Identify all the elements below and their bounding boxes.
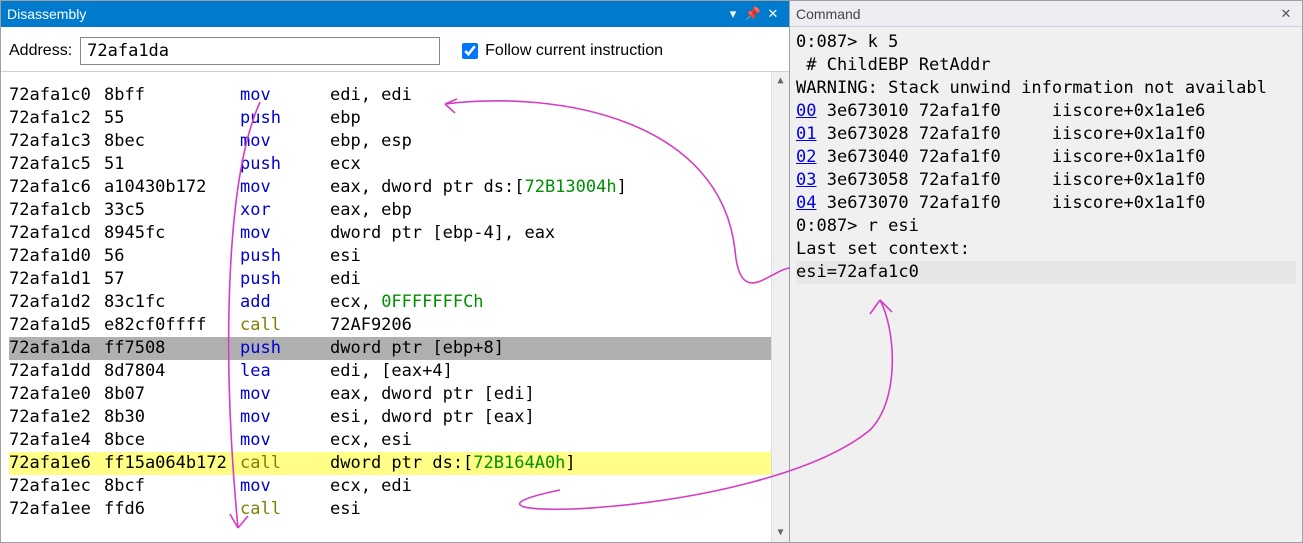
- disasm-row[interactable]: 72afa1e48bcemovecx, esi: [9, 429, 771, 452]
- disasm-row[interactable]: 72afa1cb33c5xoreax, ebp: [9, 199, 771, 222]
- disassembly-panel: Disassembly ▾ 📌 ✕ Address: Follow curren…: [0, 0, 790, 543]
- disasm-row[interactable]: 72afa1c38becmovebp, esp: [9, 130, 771, 153]
- window-dropdown-icon[interactable]: ▾: [723, 6, 743, 22]
- command-line: # ChildEBP RetAddr: [796, 54, 1296, 77]
- command-line: 03 3e673058 72afa1f0 iiscore+0x1a1f0: [796, 169, 1296, 192]
- disasm-row[interactable]: 72afa1e6ff15a064b172calldword ptr ds:[72…: [9, 452, 771, 475]
- disasm-row[interactable]: 72afa1c255pushebp: [9, 107, 771, 130]
- scroll-up-icon[interactable]: ▲: [772, 72, 789, 90]
- address-input[interactable]: [80, 37, 440, 65]
- command-title: Command: [796, 6, 1276, 22]
- command-line: 04 3e673070 72afa1f0 iiscore+0x1a1f0: [796, 192, 1296, 215]
- disasm-row[interactable]: 72afa1d283c1fcaddecx, 0FFFFFFFCh: [9, 291, 771, 314]
- disasm-row[interactable]: 72afa1d157pushedi: [9, 268, 771, 291]
- disasm-row[interactable]: 72afa1c08bffmovedi, edi: [9, 84, 771, 107]
- disasm-row[interactable]: 72afa1d5e82cf0ffffcall72AF9206: [9, 314, 771, 337]
- command-line: 0:087> r esi: [796, 215, 1296, 238]
- close-icon[interactable]: ✕: [1276, 6, 1296, 22]
- stack-frame-link[interactable]: 03: [796, 170, 816, 190]
- stack-frame-link[interactable]: 02: [796, 147, 816, 167]
- disasm-row[interactable]: [9, 72, 771, 84]
- close-icon[interactable]: ✕: [763, 6, 783, 22]
- command-line: esi=72afa1c0: [796, 261, 1296, 284]
- disasm-row[interactable]: 72afa1dd8d7804leaedi, [eax+4]: [9, 360, 771, 383]
- disasm-row[interactable]: 72afa1daff7508pushdword ptr [ebp+8]: [9, 337, 771, 360]
- disasm-row[interactable]: 72afa1e08b07moveax, dword ptr [edi]: [9, 383, 771, 406]
- address-label: Address:: [9, 42, 72, 60]
- disassembly-title: Disassembly: [7, 6, 723, 22]
- disasm-row[interactable]: 72afa1c6a10430b172moveax, dword ptr ds:[…: [9, 176, 771, 199]
- disasm-row[interactable]: 72afa1c551pushecx: [9, 153, 771, 176]
- command-line: 02 3e673040 72afa1f0 iiscore+0x1a1f0: [796, 146, 1296, 169]
- command-line: 00 3e673010 72afa1f0 iiscore+0x1a1e6: [796, 100, 1296, 123]
- stack-frame-link[interactable]: 04: [796, 193, 816, 213]
- follow-label: Follow current instruction: [485, 42, 663, 60]
- disasm-row[interactable]: 72afa1eeffd6callesi: [9, 498, 771, 521]
- pin-icon[interactable]: 📌: [743, 6, 763, 22]
- stack-frame-link[interactable]: 01: [796, 124, 816, 144]
- command-line: 0:087> k 5: [796, 31, 1296, 54]
- disasm-row[interactable]: 72afa1cd8945fcmovdword ptr [ebp-4], eax: [9, 222, 771, 245]
- disasm-row[interactable]: 72afa1ec8bcfmovecx, edi: [9, 475, 771, 498]
- command-line: WARNING: Stack unwind information not av…: [796, 77, 1296, 100]
- scroll-down-icon[interactable]: ▼: [772, 524, 789, 542]
- disassembly-listing[interactable]: 72afa1c08bffmovedi, edi72afa1c255pushebp…: [1, 72, 789, 542]
- disasm-row[interactable]: 72afa1d056pushesi: [9, 245, 771, 268]
- disassembly-titlebar[interactable]: Disassembly ▾ 📌 ✕: [1, 1, 789, 27]
- command-line: 01 3e673028 72afa1f0 iiscore+0x1a1f0: [796, 123, 1296, 146]
- stack-frame-link[interactable]: 00: [796, 101, 816, 121]
- command-titlebar[interactable]: Command ✕: [790, 1, 1302, 27]
- command-line: Last set context:: [796, 238, 1296, 261]
- follow-checkbox[interactable]: [462, 43, 478, 59]
- command-panel: Command ✕ 0:087> k 5 # ChildEBP RetAddrW…: [790, 0, 1303, 543]
- address-bar: Address: Follow current instruction: [1, 27, 789, 72]
- follow-checkbox-group[interactable]: Follow current instruction: [458, 40, 663, 62]
- command-output[interactable]: 0:087> k 5 # ChildEBP RetAddrWARNING: St…: [790, 27, 1302, 542]
- disasm-row[interactable]: 72afa1e28b30movesi, dword ptr [eax]: [9, 406, 771, 429]
- scrollbar[interactable]: ▲ ▼: [771, 72, 789, 542]
